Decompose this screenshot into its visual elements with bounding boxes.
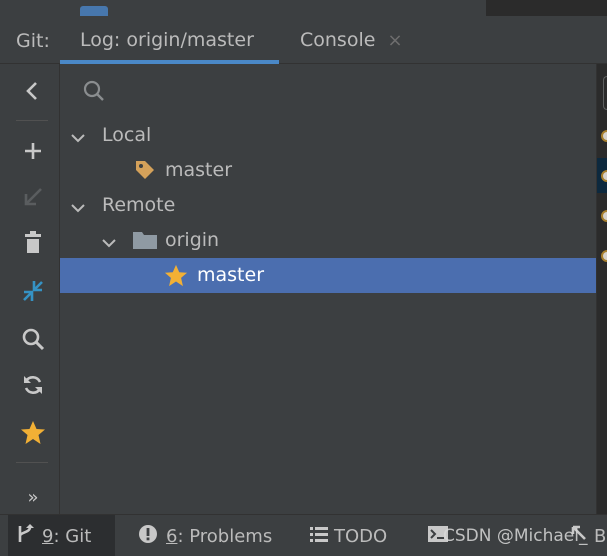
chevron-down-icon[interactable] — [101, 233, 117, 255]
log-toolbar-button[interactable] — [603, 76, 607, 110]
problems-tool-label: : Problems — [177, 525, 273, 547]
tree-node-label: master — [197, 264, 265, 286]
chevron-down-icon[interactable] — [70, 128, 86, 150]
search-icon — [82, 79, 106, 107]
tab-console[interactable]: Console × — [279, 16, 403, 64]
star-icon — [164, 264, 188, 293]
close-icon[interactable]: × — [387, 30, 402, 51]
favorite-star-icon[interactable] — [18, 418, 48, 448]
problems-tool-key: 6 — [166, 525, 178, 547]
add-icon[interactable] — [18, 136, 48, 166]
commit-node-icon — [601, 210, 607, 222]
tree-node-label: Local — [102, 124, 152, 146]
refresh-icon[interactable] — [18, 370, 48, 400]
todo-tool-button[interactable]: TODO — [302, 515, 395, 556]
problems-icon — [138, 524, 158, 549]
todo-icon — [310, 526, 328, 547]
todo-tool-label: TODO — [334, 525, 388, 547]
branch-search-bar[interactable] — [60, 64, 596, 116]
tab-console-label: Console — [300, 29, 376, 51]
compare-icon[interactable] — [18, 276, 48, 306]
git-tool-label: : Git — [53, 525, 92, 547]
tool-window-title: Git: — [16, 30, 50, 52]
tree-node-origin-master[interactable]: master — [60, 258, 596, 293]
git-tool-button[interactable]: 9: Git — [8, 515, 115, 556]
tab-log-label: Log: origin/master — [80, 29, 254, 51]
toolbar-separator — [16, 462, 48, 463]
commit-node-icon — [601, 130, 607, 142]
tool-window-header: Git: Log: origin/master Console × — [0, 16, 607, 64]
editor-tab-area — [486, 0, 607, 16]
tree-node-label: master — [165, 159, 233, 181]
folder-icon — [132, 229, 158, 256]
more-icon[interactable]: » — [18, 482, 48, 512]
tree-node-label: Remote — [102, 194, 176, 216]
editor-tab-icon — [80, 6, 108, 16]
tag-icon — [134, 159, 156, 186]
watermark-text: CSDN @Michael_ — [443, 526, 588, 546]
commit-node-icon — [601, 170, 607, 182]
tree-node-local[interactable]: Local — [60, 118, 596, 153]
editor-tab-strip — [0, 0, 607, 16]
tab-log[interactable]: Log: origin/master — [60, 16, 279, 64]
tree-node-remote[interactable]: Remote — [60, 188, 596, 223]
toolbar-separator — [16, 120, 48, 121]
tree-node-local-master[interactable]: master — [60, 153, 596, 188]
git-branch-icon — [16, 523, 34, 549]
delete-icon[interactable] — [18, 228, 48, 258]
commit-log-panel — [596, 64, 607, 514]
commit-node-icon — [601, 250, 607, 262]
back-arrow-icon[interactable] — [18, 76, 48, 106]
search-icon[interactable] — [18, 324, 48, 354]
checkout-icon[interactable] — [18, 182, 48, 212]
tree-node-origin[interactable]: origin — [60, 223, 596, 258]
branches-toolbar: » — [0, 64, 60, 514]
branches-tree: Local master Remote origin master — [60, 64, 596, 514]
tree-node-label: origin — [165, 229, 220, 251]
problems-tool-button[interactable]: 6: Problems — [130, 515, 280, 556]
build-tool-label: B — [594, 525, 607, 547]
chevron-down-icon[interactable] — [70, 198, 86, 220]
git-tool-key: 9 — [42, 525, 54, 547]
tool-window-bar: 9: Git 6: Problems TODO B CSDN @Michael_ — [0, 514, 607, 556]
